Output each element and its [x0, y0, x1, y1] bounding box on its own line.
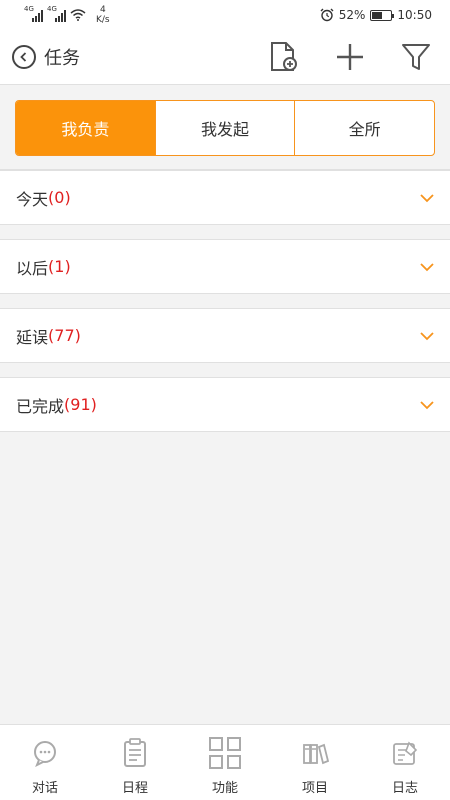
tab-label: 日志: [391, 781, 418, 796]
group-count: (77): [48, 326, 81, 345]
group-count: (0): [48, 188, 71, 207]
group-overdue[interactable]: 延误 (77): [0, 308, 450, 363]
nav-actions: [268, 41, 432, 73]
status-bar: 4G 4G 4 K/s 52% 10:50: [0, 0, 450, 30]
battery-icon: [370, 9, 395, 21]
chevron-down-icon: [420, 262, 434, 271]
clipboard-icon: [124, 738, 146, 767]
grid-icon: [209, 737, 241, 769]
notepad-icon: [393, 741, 418, 765]
tab-log[interactable]: 日志: [360, 725, 450, 800]
group-label: 以后: [16, 258, 49, 278]
tab-projects[interactable]: 项目: [270, 725, 360, 800]
battery-fill: [372, 11, 382, 19]
speed-value: 4: [99, 5, 106, 15]
alarm-icon: [320, 8, 334, 22]
chevron-down-icon: [420, 400, 434, 409]
network-type-label-2: 4G: [47, 5, 57, 13]
group-label: 已完成: [16, 396, 65, 416]
filter-button[interactable]: [400, 41, 432, 73]
segment-mine[interactable]: 我负责: [16, 101, 155, 155]
tab-functions[interactable]: 功能: [180, 725, 270, 800]
tab-label: 项目: [301, 781, 328, 796]
tab-label: 功能: [211, 781, 238, 796]
wifi-icon: [70, 9, 86, 21]
new-document-button[interactable]: [268, 41, 300, 73]
back-circle-icon: [20, 52, 27, 62]
chevron-down-icon: [420, 193, 434, 202]
back-button[interactable]: [12, 45, 36, 69]
network-speed: 4 K/s: [96, 5, 110, 25]
group-later[interactable]: 以后 (1): [0, 239, 450, 294]
folders-icon: [303, 743, 329, 765]
filter-icon: [402, 44, 430, 70]
tab-label: 日程: [121, 781, 148, 796]
new-document-icon: [271, 42, 297, 71]
group-label: 今天: [16, 189, 49, 209]
group-today[interactable]: 今天 (0): [0, 170, 450, 225]
bottom-tab-bar: 对话 日程 功能 项目 日志: [0, 724, 450, 800]
plus-icon: [337, 44, 363, 70]
clock: 10:50: [397, 8, 432, 22]
segmented-control: 我负责 我发起 全所: [15, 100, 435, 156]
group-count: (91): [64, 395, 97, 414]
segment-area: 我负责 我发起 全所: [0, 86, 450, 170]
add-button[interactable]: [334, 41, 366, 73]
chevron-down-icon: [420, 331, 434, 340]
chat-bubble-icon: [34, 741, 56, 767]
group-completed[interactable]: 已完成 (91): [0, 377, 450, 432]
page-title: 任务: [44, 48, 80, 69]
tab-chat[interactable]: 对话: [0, 725, 90, 800]
status-left: 4G 4G 4 K/s: [24, 5, 110, 25]
group-label: 延误: [16, 327, 49, 347]
network-type-label: 4G: [24, 5, 34, 13]
segment-initiated[interactable]: 我发起: [154, 101, 295, 155]
signal-icon: 4G: [24, 5, 43, 22]
segment-all[interactable]: 全所: [294, 101, 434, 155]
tab-label: 对话: [31, 781, 58, 796]
battery-percent: 52%: [338, 8, 366, 22]
signal-icon-2: 4G: [47, 5, 66, 22]
speed-unit: K/s: [96, 15, 110, 25]
group-count: (1): [48, 257, 71, 276]
status-right: 52% 10:50: [320, 8, 432, 22]
tab-schedule[interactable]: 日程: [90, 725, 180, 800]
nav-bar: 任务: [0, 30, 450, 85]
